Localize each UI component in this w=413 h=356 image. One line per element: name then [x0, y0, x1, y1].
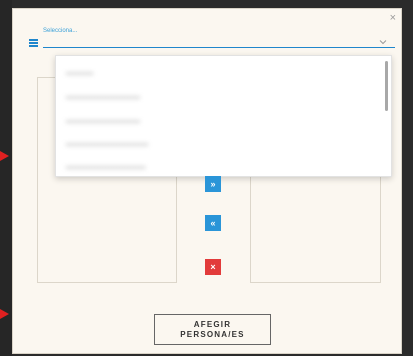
chevron-down-icon[interactable]: [379, 38, 387, 46]
dropdown-option[interactable]: •••••••••••••••••••••••••••••: [66, 164, 146, 172]
option-label: •••••••••••••••••••••••••••: [66, 94, 141, 102]
dropdown-scrollbar[interactable]: [385, 61, 388, 111]
add-persons-label: AFEGIR PERSONA/ES: [180, 320, 244, 340]
option-label: •••••••••••••••••••••••••••: [66, 118, 141, 126]
annotation-arrow-icon: [0, 309, 9, 319]
background-edge: [0, 0, 12, 356]
add-persons-label-line1: AFEGIR: [193, 319, 232, 329]
select-dropdown-menu[interactable]: •••••••••• ••••••••••••••••••••••••••• •…: [55, 55, 392, 177]
dropdown-option[interactable]: •••••••••••••••••••••••••••: [66, 94, 140, 102]
select-label: Selecciona...: [43, 28, 78, 34]
clear-selection-button[interactable]: ×: [205, 259, 221, 275]
dropdown-option[interactable]: •••••••••••••••••••••••••••: [66, 118, 140, 126]
add-persons-button[interactable]: AFEGIR PERSONA/ES: [154, 314, 271, 345]
option-label: ••••••••••: [66, 70, 94, 78]
move-left-button[interactable]: «: [205, 215, 221, 231]
annotation-arrow-icon: [0, 151, 9, 161]
select-input[interactable]: [43, 47, 395, 48]
move-right-button[interactable]: »: [205, 176, 221, 192]
option-label: •••••••••••••••••••••••••••••: [66, 164, 146, 172]
dropdown-option[interactable]: ••••••••••••••••••••••••••••••: [66, 141, 149, 149]
add-persons-label-line2: PERSONA/ES: [180, 329, 245, 339]
dropdown-option[interactable]: ••••••••••: [66, 70, 94, 78]
hamburger-icon[interactable]: [29, 39, 38, 47]
close-icon[interactable]: ×: [390, 13, 396, 24]
option-label: ••••••••••••••••••••••••••••••: [66, 141, 149, 149]
